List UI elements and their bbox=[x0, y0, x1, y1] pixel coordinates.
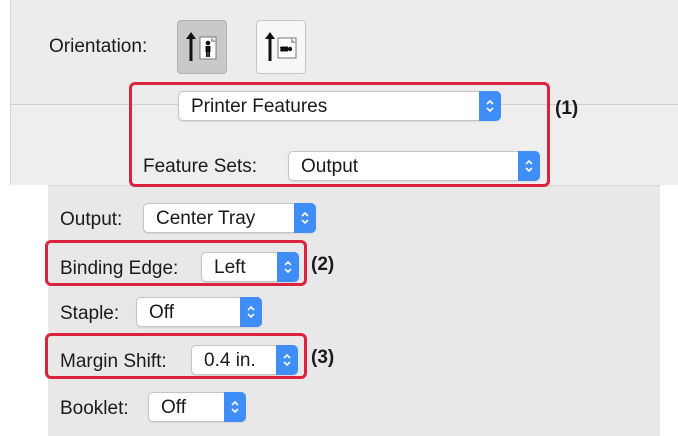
staple-label: Staple: bbox=[60, 303, 120, 324]
chevron-updown-icon bbox=[301, 211, 309, 225]
callout-label-2: (2) bbox=[311, 254, 335, 275]
callout-box-2 bbox=[45, 240, 307, 286]
callout-box-3 bbox=[45, 333, 307, 379]
staple-stepper[interactable] bbox=[240, 297, 262, 327]
output-label: Output: bbox=[60, 209, 123, 230]
booklet-stepper[interactable] bbox=[224, 392, 246, 422]
booklet-value: Off bbox=[161, 397, 186, 418]
output-stepper[interactable] bbox=[294, 203, 316, 233]
portrait-orientation-button[interactable] bbox=[177, 20, 227, 74]
chevron-updown-icon bbox=[247, 305, 255, 319]
landscape-icon bbox=[265, 32, 297, 61]
staple-select[interactable]: Off bbox=[136, 297, 262, 327]
callout-label-1: (1) bbox=[555, 98, 579, 119]
portrait-icon bbox=[186, 32, 217, 61]
booklet-label: Booklet: bbox=[60, 398, 129, 419]
output-value: Center Tray bbox=[156, 208, 256, 229]
staple-value: Off bbox=[149, 302, 174, 323]
orientation-label: Orientation: bbox=[49, 36, 148, 57]
output-select[interactable]: Center Tray bbox=[143, 203, 316, 233]
chevron-updown-icon bbox=[231, 400, 239, 414]
callout-label-3: (3) bbox=[311, 347, 335, 368]
booklet-select[interactable]: Off bbox=[148, 392, 246, 422]
landscape-orientation-button[interactable] bbox=[256, 20, 306, 74]
callout-box-1 bbox=[129, 82, 550, 187]
